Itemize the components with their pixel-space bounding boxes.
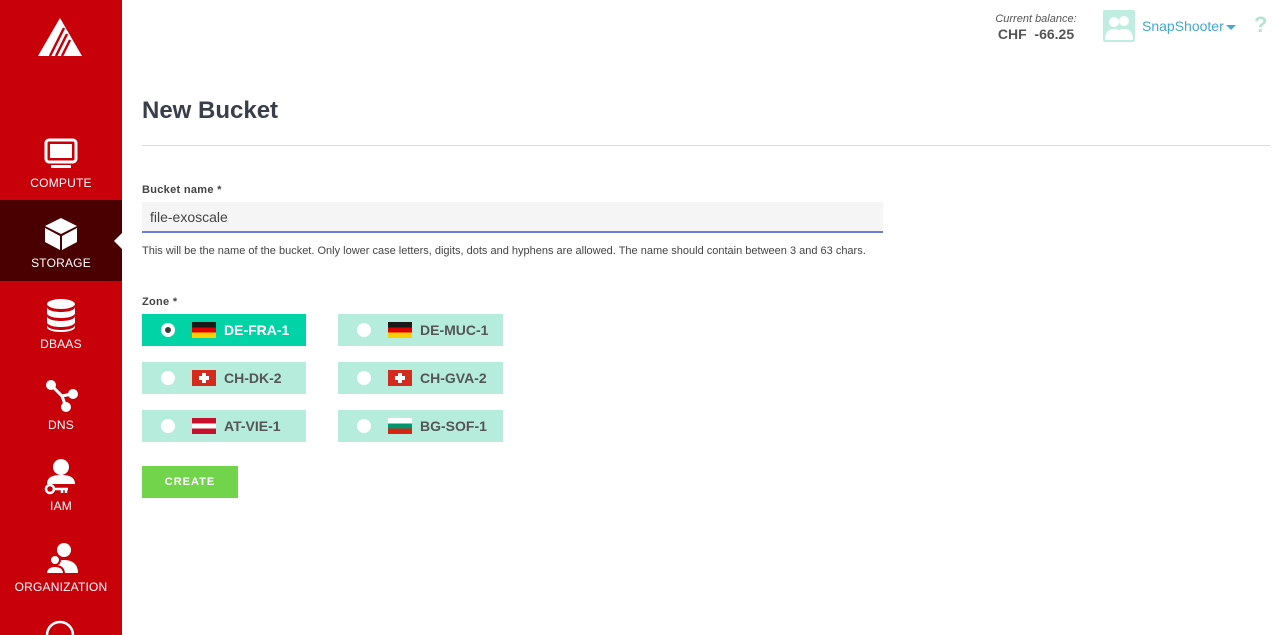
- radio-button[interactable]: [161, 419, 175, 433]
- balance-label: Current balance:: [995, 13, 1077, 25]
- database-icon: [41, 297, 81, 333]
- zone-option-at-vie-1[interactable]: AT-VIE-1: [142, 410, 306, 442]
- bucket-name-label: Bucket name *: [142, 184, 222, 196]
- create-button[interactable]: CREATE: [142, 466, 238, 498]
- exoscale-logo[interactable]: [36, 16, 84, 58]
- radio-button[interactable]: [161, 323, 175, 337]
- zone-option-de-fra-1[interactable]: DE-FRA-1: [142, 314, 306, 346]
- zone-name: CH-DK-2: [224, 370, 282, 386]
- switzerland-flag-icon: [192, 370, 216, 386]
- zone-name: CH-GVA-2: [420, 370, 487, 386]
- zone-option-bg-sof-1[interactable]: BG-SOF-1: [338, 410, 503, 442]
- cube-icon: [41, 216, 81, 252]
- sidebar: COMPUTE STORAGE DBAAS DNS IAM ORGANIZATI…: [0, 0, 122, 635]
- more-icon[interactable]: [45, 620, 77, 635]
- sidebar-item-dns[interactable]: DNS: [0, 362, 122, 443]
- zone-option-ch-dk-2[interactable]: CH-DK-2: [142, 362, 306, 394]
- monitor-icon: [41, 136, 81, 172]
- zone-option-de-muc-1[interactable]: DE-MUC-1: [338, 314, 503, 346]
- zone-name: BG-SOF-1: [420, 418, 487, 434]
- sidebar-item-compute[interactable]: COMPUTE: [0, 120, 122, 201]
- balance-value: CHF -66.25: [997, 26, 1075, 42]
- page-title: New Bucket: [142, 97, 279, 124]
- germany-flag-icon: [192, 322, 216, 338]
- radio-button[interactable]: [357, 323, 371, 337]
- user-silhouette-icon: [1105, 16, 1133, 40]
- sidebar-item-iam[interactable]: IAM: [0, 443, 122, 524]
- bucket-name-help: This will be the name of the bucket. Onl…: [142, 245, 866, 257]
- sidebar-item-label: STORAGE: [31, 256, 91, 270]
- austria-flag-icon: [192, 418, 216, 434]
- sidebar-item-storage[interactable]: STORAGE: [0, 200, 122, 281]
- account-balance: Current balance: CHF -66.25: [988, 13, 1084, 42]
- zone-name: DE-MUC-1: [420, 322, 489, 338]
- sidebar-item-label: IAM: [50, 499, 72, 513]
- divider: [142, 145, 1270, 146]
- sidebar-item-label: DNS: [48, 418, 74, 432]
- sidebar-item-label: DBAAS: [40, 337, 82, 351]
- avatar: [1103, 10, 1135, 42]
- sidebar-item-organization[interactable]: ORGANIZATION: [0, 524, 122, 605]
- user-key-icon: [41, 459, 81, 495]
- germany-flag-icon: [388, 322, 412, 338]
- switzerland-flag-icon: [388, 370, 412, 386]
- sidebar-item-label: COMPUTE: [30, 176, 92, 190]
- zone-option-ch-gva-2[interactable]: CH-GVA-2: [338, 362, 503, 394]
- share-nodes-icon: [41, 378, 81, 414]
- zone-label: Zone *: [142, 296, 178, 308]
- user-menu[interactable]: SnapShooter: [1103, 10, 1236, 42]
- radio-button[interactable]: [161, 371, 175, 385]
- bucket-name-input[interactable]: [142, 202, 883, 233]
- bulgaria-flag-icon: [388, 418, 412, 434]
- username[interactable]: SnapShooter: [1142, 18, 1224, 34]
- sidebar-item-dbaas[interactable]: DBAAS: [0, 281, 122, 362]
- active-indicator: [114, 233, 122, 249]
- radio-button[interactable]: [357, 419, 371, 433]
- sidebar-item-label: ORGANIZATION: [14, 580, 108, 594]
- chevron-down-icon: [1225, 25, 1236, 30]
- radio-button[interactable]: [357, 371, 371, 385]
- help-icon[interactable]: ?: [1254, 12, 1267, 38]
- users-icon: [41, 540, 81, 576]
- zone-name: DE-FRA-1: [224, 322, 290, 338]
- zone-name: AT-VIE-1: [224, 418, 281, 434]
